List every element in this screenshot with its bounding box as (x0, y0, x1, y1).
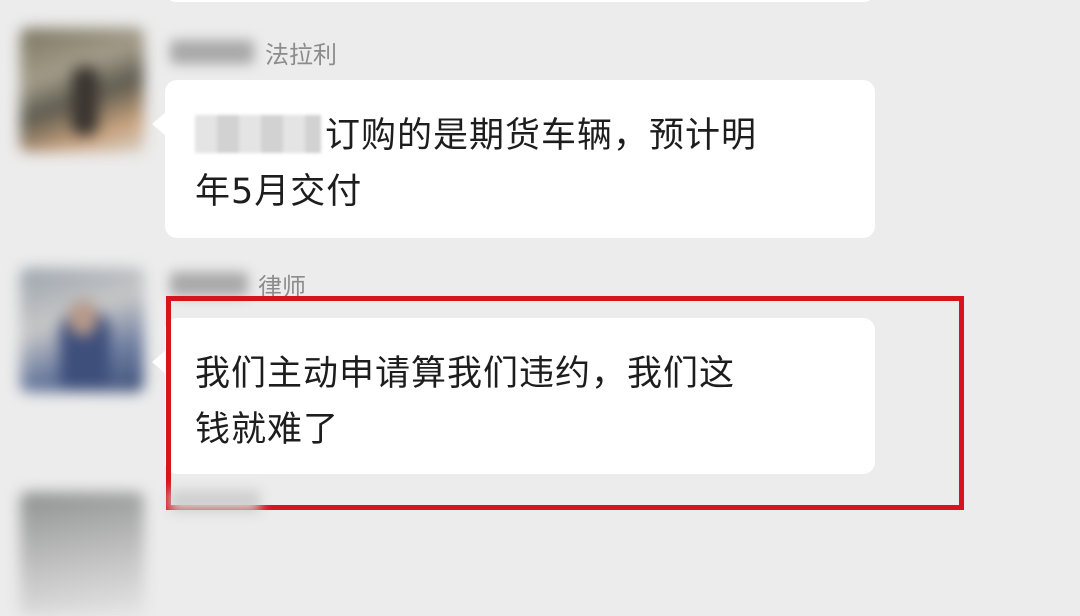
message-line: 订购的是期货车辆，预计明 (195, 108, 865, 164)
sender-label: 法拉利 (265, 41, 337, 69)
avatar[interactable] (20, 28, 144, 152)
message-bubble[interactable]: 订购的是期货车辆，预计明 年5月交付 (152, 80, 875, 238)
previous-message-bubble[interactable] (165, 0, 875, 2)
bubble-tail (152, 112, 166, 136)
avatar[interactable] (20, 268, 144, 392)
bubble-tail (152, 350, 166, 374)
redacted-text (195, 115, 321, 153)
blurred-sender-name (170, 272, 248, 296)
message-text: 订购的是期货车辆，预计明 年5月交付 (195, 108, 865, 220)
message-line: 年5月交付 (195, 172, 363, 212)
blurred-sender-name (170, 40, 254, 64)
blurred-sender-name (170, 490, 260, 512)
highlight-box (166, 296, 964, 510)
avatar[interactable] (20, 492, 144, 616)
